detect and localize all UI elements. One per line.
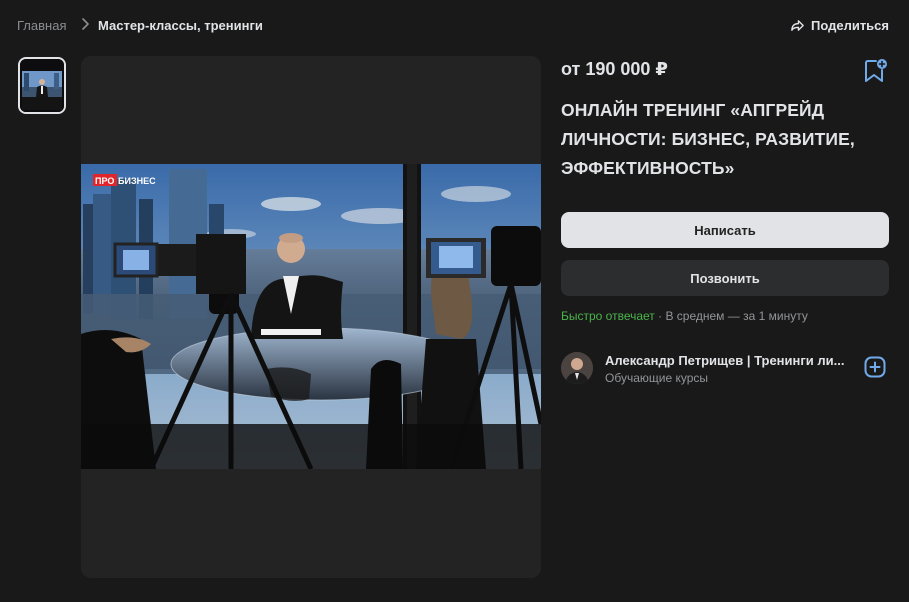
breadcrumb-home-link[interactable]: Главная [17, 18, 66, 33]
average-reply-label: · В среднем — за 1 минуту [654, 309, 808, 323]
product-title: ОНЛАЙН ТРЕНИНГ «АПГРЕЙД ЛИЧНОСТИ: БИЗНЕС… [561, 100, 855, 178]
chevron-right-icon [82, 18, 89, 30]
response-time: Быстро отвечает · В среднем — за 1 минут… [561, 309, 808, 323]
product-price: от 190 000 ₽ [561, 59, 668, 79]
photo-logo-biz: БИЗНЕС [118, 176, 156, 186]
fast-reply-label: Быстро отвечает [561, 309, 655, 323]
bookmark-add-icon[interactable] [862, 58, 888, 84]
seller-category: Обучающие курсы [605, 371, 709, 385]
share-label: Поделиться [810, 18, 889, 33]
write-button[interactable]: Написать [561, 212, 889, 248]
call-button[interactable]: Позвонить [561, 260, 889, 296]
breadcrumb-current: Мастер-классы, тренинги [98, 18, 263, 33]
add-square-icon[interactable] [864, 356, 886, 378]
gallery-thumbnail[interactable] [18, 57, 66, 114]
product-gallery[interactable]: ПРО БИЗНЕС [81, 56, 541, 578]
product-photo: ПРО БИЗНЕС [81, 164, 541, 469]
share-button[interactable]: Поделиться [790, 18, 889, 33]
avatar[interactable] [561, 352, 593, 384]
top-bar: Главная Мастер-классы, тренинги Поделить… [17, 0, 889, 50]
share-arrow-icon [791, 20, 804, 31]
seller-photo [561, 352, 593, 384]
seller-name[interactable]: Александр Петрищев | Тренинги ли... [605, 353, 851, 368]
thumbnail-image [20, 59, 64, 112]
photo-logo-pro: ПРО [95, 176, 114, 186]
